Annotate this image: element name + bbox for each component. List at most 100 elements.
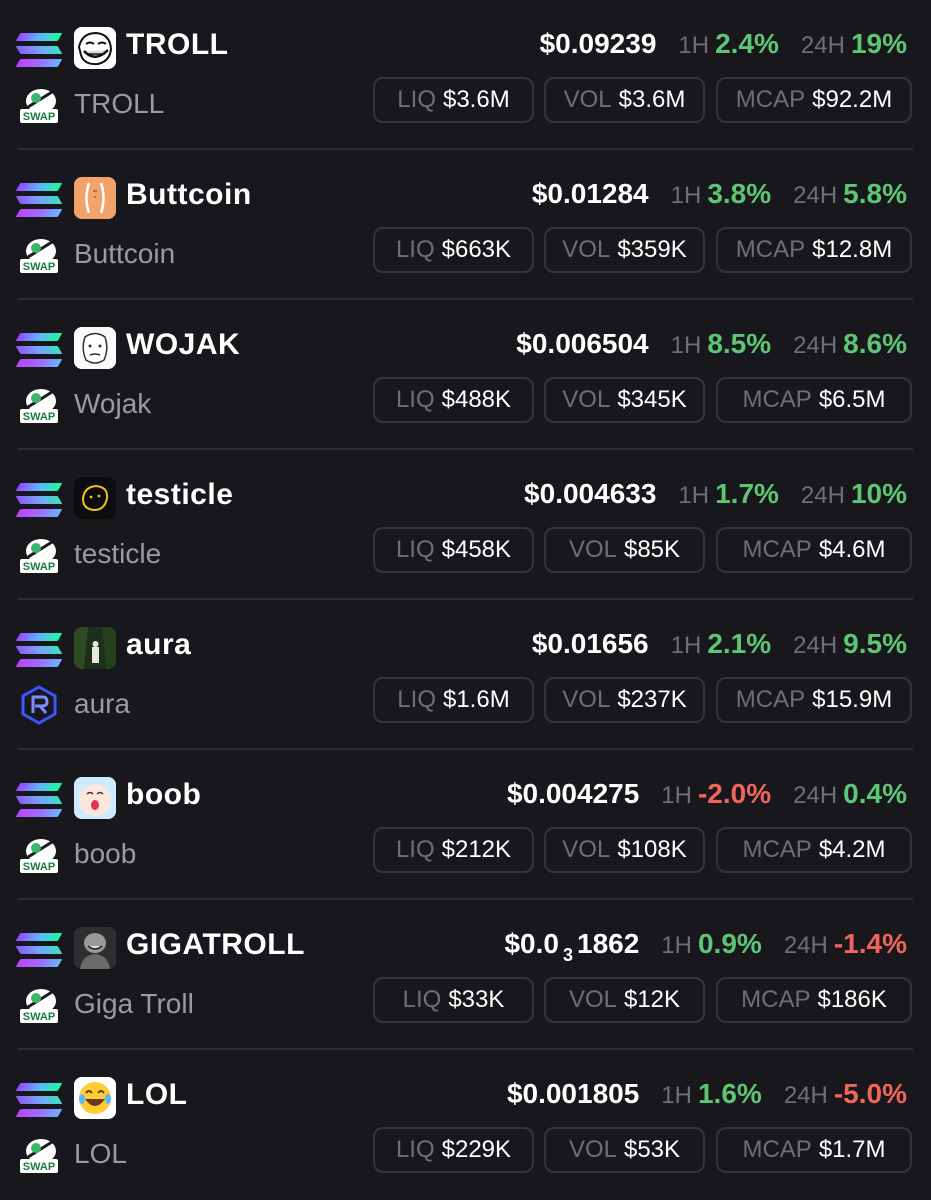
token-price: $0.004633 [524,478,657,509]
vol-value: $12K [623,986,681,1013]
token-price: $0.01656 [531,628,649,659]
mcap-label: MCAP [742,1136,812,1163]
solana-icon [15,180,63,220]
solana-icon [15,930,63,970]
token-symbol: aura [126,628,192,661]
liq-value: $229K [441,1136,512,1163]
token-row[interactable]: testicle SWAP testicle $0.004633 1H 1.7%… [0,450,931,600]
change-1h-label: 1H [661,932,692,959]
swap-dex-icon: SWAP [18,534,60,576]
token-symbol: GIGATROLL [126,928,305,961]
token-row[interactable]: TROLL SWAP TROLL $0.09239 1H 2.4% 24H 19… [0,0,931,150]
change-1h-value: -2.0% [697,778,772,809]
solana-icon [15,630,63,670]
token-row[interactable]: GIGATROLL SWAP Giga Troll $0.0 3 1862 1H 0… [0,900,931,1050]
token-row[interactable]: LOL SWAP LOL $0.001805 1H 1.6% 24H -5.0%… [0,1050,931,1200]
laughing-emoji-icon [74,1077,116,1119]
swap-label: SWAP [23,111,55,123]
mcap-value: $15.9M [812,686,893,713]
mcap-label: MCAP [735,86,806,113]
vol-label: VOL [562,386,611,413]
wojak-icon [74,327,116,369]
change-24h-value: 0.4% [843,778,907,809]
mcap-label: MCAP [742,536,812,563]
vol-value: $345K [617,386,687,413]
change-1h-label: 1H [678,482,710,509]
change-1h-value: 1.7% [715,478,779,509]
volume-pill: VOL $3.6M [544,77,705,123]
mcap-label: MCAP [741,986,811,1013]
token-symbol: boob [126,778,202,811]
liq-value: $212K [441,836,512,863]
liq-value: $1.6M [442,686,510,713]
price-line: $0.004275 1H -2.0% 24H 0.4% [507,778,907,810]
change-24h-value: -1.4% [833,928,907,959]
mcap-label: MCAP [735,686,806,713]
liquidity-pill: LIQ $212K [373,827,534,873]
token-price: $0.006504 [516,328,649,359]
liq-value: $3.6M [442,86,510,113]
token-symbol: WOJAK [126,328,241,361]
price-line: $0.09239 1H 2.4% 24H 19% [540,28,907,60]
token-row[interactable]: Buttcoin SWAP Buttcoin $0.01284 1H 3.8% … [0,150,931,300]
mcap-value: $12.8M [812,236,893,263]
change-1h-label: 1H [678,32,710,59]
liq-label: LIQ [397,686,436,713]
volume-pill: VOL $359K [544,227,705,273]
liquidity-pill: LIQ $663K [373,227,534,273]
token-symbol: Buttcoin [126,178,252,211]
liq-value: $33K [448,986,505,1013]
price-line: $0.001805 1H 1.6% 24H -5.0% [507,1078,907,1110]
change-24h-label: 24H [793,782,838,809]
mcap-label: MCAP [742,386,812,413]
token-row[interactable]: WOJAK SWAP Wojak $0.006504 1H 8.5% 24H 8… [0,300,931,450]
mcap-value: $6.5M [818,386,886,413]
price-line: $0.01656 1H 2.1% 24H 9.5% [532,628,907,660]
liq-label: LIQ [395,836,435,863]
raydium-icon [18,684,60,726]
token-symbol: LOL [126,1078,188,1111]
token-row[interactable]: aura aura $0.01656 1H 2.1% 24H 9.5% LIQ $… [0,600,931,750]
change-24h-value: 8.6% [843,328,907,359]
mcap-value: $1.7M [818,1136,886,1163]
liq-label: LIQ [395,236,435,263]
volume-pill: VOL $345K [544,377,705,423]
change-24h-label: 24H [800,32,845,59]
buttcoin-icon [74,177,116,219]
price-digits: 1862 [577,928,640,959]
token-price: $0.001805 [506,1078,640,1109]
testicle-icon [74,477,116,519]
liq-label: LIQ [397,86,436,113]
vol-value: $3.6M [618,86,686,113]
price-line: $0.004633 1H 1.7% 24H 10% [524,478,907,510]
change-24h-label: 24H [783,932,828,959]
change-24h-label: 24H [800,482,845,509]
solana-icon [15,480,63,520]
liq-label: LIQ [402,986,442,1013]
liq-label: LIQ [395,536,435,563]
swap-label: SWAP [23,861,55,873]
mcap-value: $186K [817,986,887,1013]
swap-dex-icon: SWAP [18,834,60,876]
liquidity-pill: LIQ $3.6M [373,77,534,123]
price-prefix: $0.0 [504,928,559,959]
market-cap-pill: MCAP $1.7M [716,1127,912,1173]
solana-icon [15,30,63,70]
liq-label: LIQ [395,386,435,413]
vol-value: $237K [617,686,687,713]
token-row[interactable]: boob SWAP boob $0.004275 1H -2.0% 24H 0.… [0,750,931,900]
liq-label: LIQ [395,1136,435,1163]
swap-label: SWAP [23,1161,55,1173]
price-zero-count: 3 [562,945,573,965]
vol-label: VOL [562,236,611,263]
token-name: boob [74,838,137,869]
vol-label: VOL [568,1136,617,1163]
mcap-label: MCAP [742,836,812,863]
change-1h-label: 1H [670,332,702,359]
mcap-value: $4.6M [818,536,886,563]
liquidity-pill: LIQ $33K [373,977,534,1023]
change-1h-value: 2.4% [715,28,779,59]
change-1h-label: 1H [670,182,702,209]
change-1h-value: 0.9% [697,928,762,959]
swap-label: SWAP [23,411,55,423]
